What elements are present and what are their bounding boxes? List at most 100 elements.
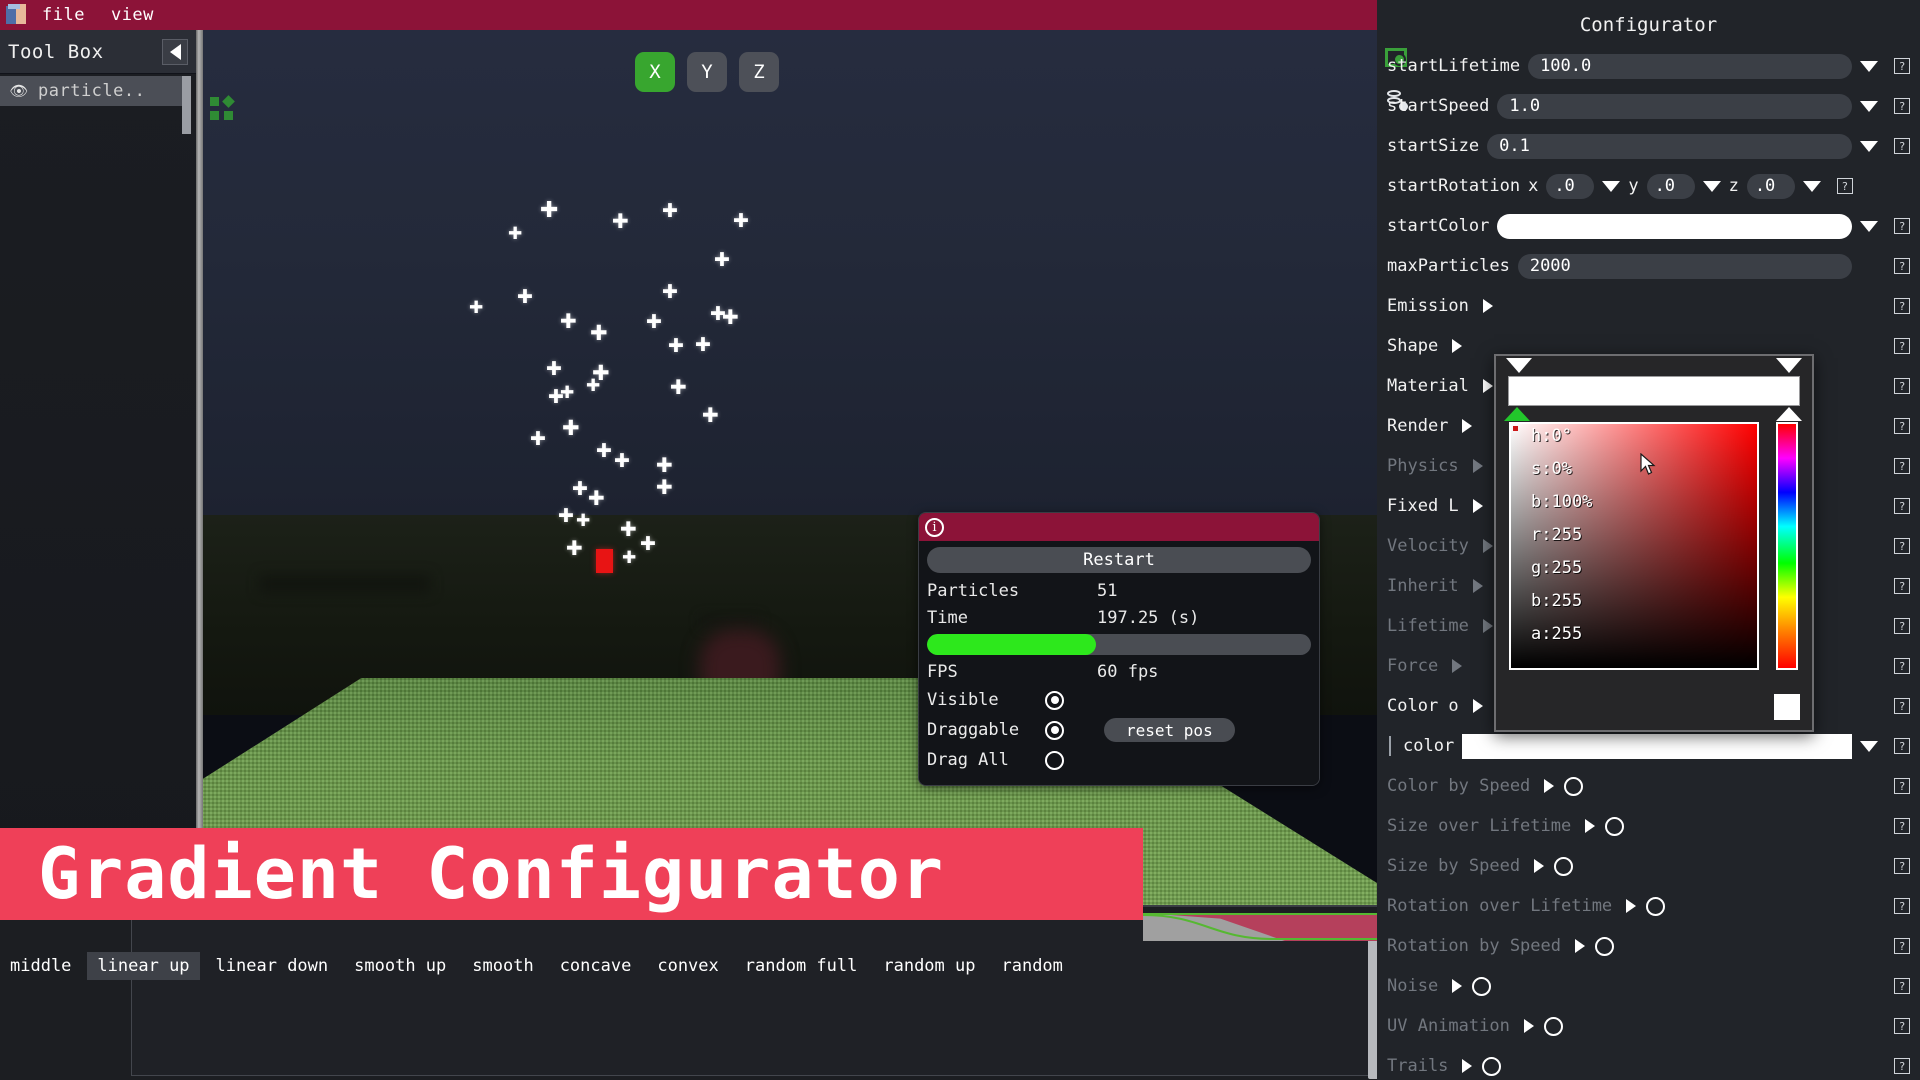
restart-button[interactable]: Restart (927, 547, 1311, 573)
toggle-visible[interactable] (1045, 690, 1064, 710)
saturation-value-field[interactable]: h:0° s:0% b:100% r:255 g:255 b:255 a:255 (1509, 422, 1759, 670)
help-icon[interactable]: ? (1836, 178, 1853, 194)
chevron-down-icon[interactable] (1860, 100, 1878, 112)
chevron-right-icon[interactable] (1452, 339, 1463, 353)
help-icon[interactable]: ? (1894, 858, 1910, 874)
toggle-draggable[interactable] (1045, 720, 1064, 740)
help-icon[interactable]: ? (1894, 1018, 1910, 1034)
chevron-right-icon[interactable] (1482, 619, 1493, 633)
startrotation-x-input[interactable]: .0 (1546, 173, 1595, 199)
gradient-preset-smooth[interactable]: smooth (462, 952, 543, 980)
startrotation-z-input[interactable]: .0 (1746, 173, 1795, 199)
startrotation-y-input[interactable]: .0 (1646, 173, 1695, 199)
startspeed-input[interactable]: 1.0 (1497, 93, 1852, 119)
gradient-preset-convex[interactable]: convex (647, 952, 728, 980)
help-icon[interactable]: ? (1894, 258, 1910, 274)
help-icon[interactable]: ? (1894, 618, 1910, 634)
help-icon[interactable]: ? (1894, 298, 1910, 314)
collapse-left-icon[interactable] (162, 38, 188, 65)
hue-slider[interactable] (1776, 422, 1798, 670)
chevron-down-icon[interactable] (1860, 740, 1878, 752)
toggle-rotation-over-lifetime[interactable] (1646, 896, 1666, 916)
startlifetime-input[interactable]: 100.0 (1528, 53, 1852, 79)
menu-item-view[interactable]: view (109, 3, 156, 27)
list-item[interactable]: 👁 particle.. (0, 76, 191, 134)
info-icon[interactable]: i (925, 517, 944, 537)
help-icon[interactable]: ? (1894, 338, 1910, 354)
chevron-down-icon[interactable] (1802, 180, 1821, 192)
help-icon[interactable]: ? (1894, 98, 1910, 114)
help-icon[interactable]: ? (1894, 978, 1910, 994)
startcolor-swatch[interactable] (1497, 213, 1852, 239)
time-progress-bar[interactable] (927, 634, 1311, 655)
gradient-stop-left-icon[interactable] (1506, 358, 1532, 373)
stats-overlay-panel[interactable]: i Restart Particles 51 Time 197.25 (s) F… (918, 512, 1320, 786)
help-icon[interactable]: ? (1894, 738, 1910, 754)
chevron-right-icon[interactable] (1462, 419, 1473, 433)
help-icon[interactable]: ? (1894, 658, 1910, 674)
startsize-input[interactable]: 0.1 (1487, 133, 1852, 159)
help-icon[interactable]: ? (1894, 418, 1910, 434)
gradient-preset-smooth-up[interactable]: smooth up (344, 952, 456, 980)
gradient-marker-selected-icon[interactable] (1504, 407, 1530, 421)
reset-pos-button[interactable]: reset pos (1104, 718, 1235, 742)
chevron-right-icon[interactable] (1585, 819, 1596, 833)
chevron-down-icon[interactable] (1860, 140, 1878, 152)
color-swatch[interactable] (1774, 694, 1800, 720)
help-icon[interactable]: ? (1894, 578, 1910, 594)
chevron-right-icon[interactable] (1472, 499, 1483, 513)
chevron-right-icon[interactable] (1482, 539, 1493, 553)
gradient-preset-linear-up[interactable]: linear up (87, 952, 200, 980)
chevron-right-icon[interactable] (1482, 299, 1493, 313)
color-preview-bar[interactable] (1508, 376, 1800, 406)
gradient-preset-concave[interactable]: concave (550, 952, 642, 980)
gradient-preset-linear-down[interactable]: linear down (206, 952, 339, 980)
help-icon[interactable]: ? (1894, 898, 1910, 914)
help-icon[interactable]: ? (1894, 138, 1910, 154)
chevron-right-icon[interactable] (1534, 859, 1545, 873)
gradient-preset-random[interactable]: random (991, 952, 1072, 980)
chevron-down-icon[interactable] (1702, 180, 1721, 192)
toggle-noise[interactable] (1472, 976, 1492, 996)
gradient-preset-middle[interactable]: middle (0, 952, 81, 980)
axis-button-z[interactable]: Z (739, 52, 779, 92)
axis-button-y[interactable]: Y (687, 52, 727, 92)
help-icon[interactable]: ? (1894, 778, 1910, 794)
chevron-down-icon[interactable] (1860, 60, 1878, 72)
help-icon[interactable]: ? (1894, 1058, 1910, 1074)
toggle-uv-animation[interactable] (1543, 1016, 1563, 1036)
help-icon[interactable]: ? (1894, 218, 1910, 234)
help-icon[interactable]: ? (1894, 818, 1910, 834)
help-icon[interactable]: ? (1894, 498, 1910, 514)
stats-title-bar[interactable]: i (919, 513, 1319, 541)
toggle-trails[interactable] (1482, 1056, 1502, 1076)
chevron-right-icon[interactable] (1472, 459, 1483, 473)
toggle-size-over-lifetime[interactable] (1605, 816, 1625, 836)
chevron-right-icon[interactable] (1452, 659, 1463, 673)
color-sub-swatch[interactable] (1462, 733, 1852, 759)
help-icon[interactable]: ? (1894, 938, 1910, 954)
grid-nodes-icon[interactable] (210, 95, 235, 121)
chevron-right-icon[interactable] (1523, 1019, 1534, 1033)
toolbox-scrollbar[interactable] (182, 76, 191, 134)
menu-item-file[interactable]: file (40, 3, 87, 27)
gradient-stop-right-icon[interactable] (1776, 358, 1802, 373)
help-icon[interactable]: ? (1894, 58, 1910, 74)
gradient-preset-random-full[interactable]: random full (735, 952, 868, 980)
toggle-color-by-speed[interactable] (1564, 776, 1584, 796)
chevron-down-icon[interactable] (1860, 220, 1878, 232)
chevron-right-icon[interactable] (1575, 939, 1585, 953)
gradient-marker-right-icon[interactable] (1776, 407, 1802, 421)
chevron-right-icon[interactable] (1462, 1059, 1473, 1073)
help-icon[interactable]: ? (1894, 378, 1910, 394)
help-icon[interactable]: ? (1894, 458, 1910, 474)
maxparticles-input[interactable]: 2000 (1517, 253, 1852, 279)
chevron-right-icon[interactable] (1472, 579, 1483, 593)
config-section-emission[interactable]: Emission? (1377, 286, 1920, 326)
chevron-right-icon[interactable] (1452, 979, 1463, 993)
help-icon[interactable]: ? (1894, 538, 1910, 554)
particle-emitter[interactable] (596, 549, 613, 573)
eye-icon[interactable]: 👁 (0, 82, 38, 100)
toggle-drag-all[interactable] (1045, 750, 1064, 770)
help-icon[interactable]: ? (1894, 698, 1910, 714)
